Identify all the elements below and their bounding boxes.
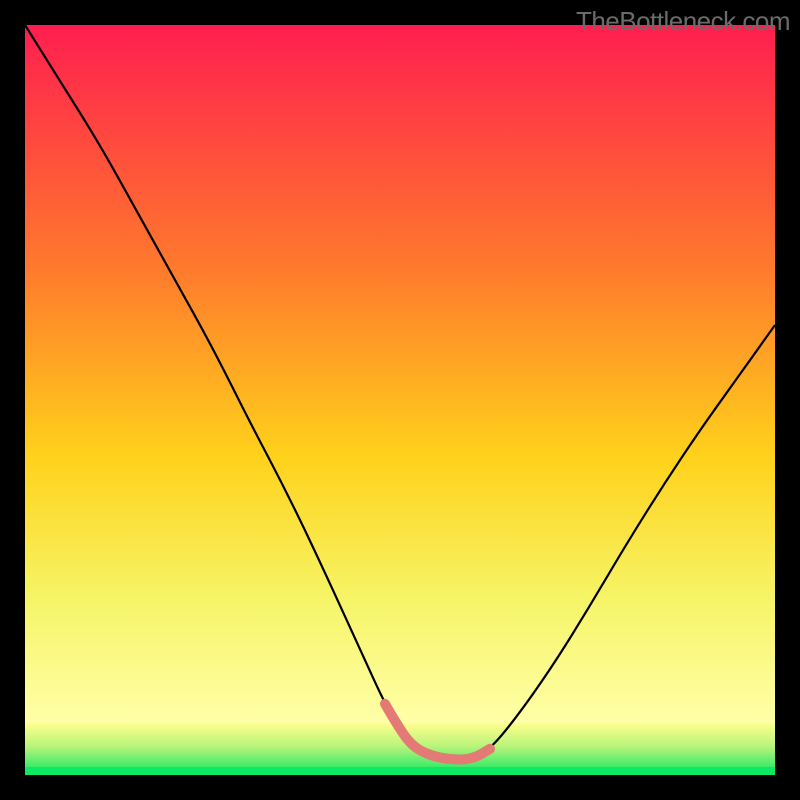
heatmap-green-strip bbox=[25, 767, 775, 775]
bottleneck-curve-chart bbox=[25, 25, 775, 775]
heatmap-gradient bbox=[25, 25, 775, 723]
watermark-text: TheBottleneck.com bbox=[576, 6, 790, 37]
chart-container: TheBottleneck.com bbox=[0, 0, 800, 800]
plot-area bbox=[25, 25, 775, 775]
